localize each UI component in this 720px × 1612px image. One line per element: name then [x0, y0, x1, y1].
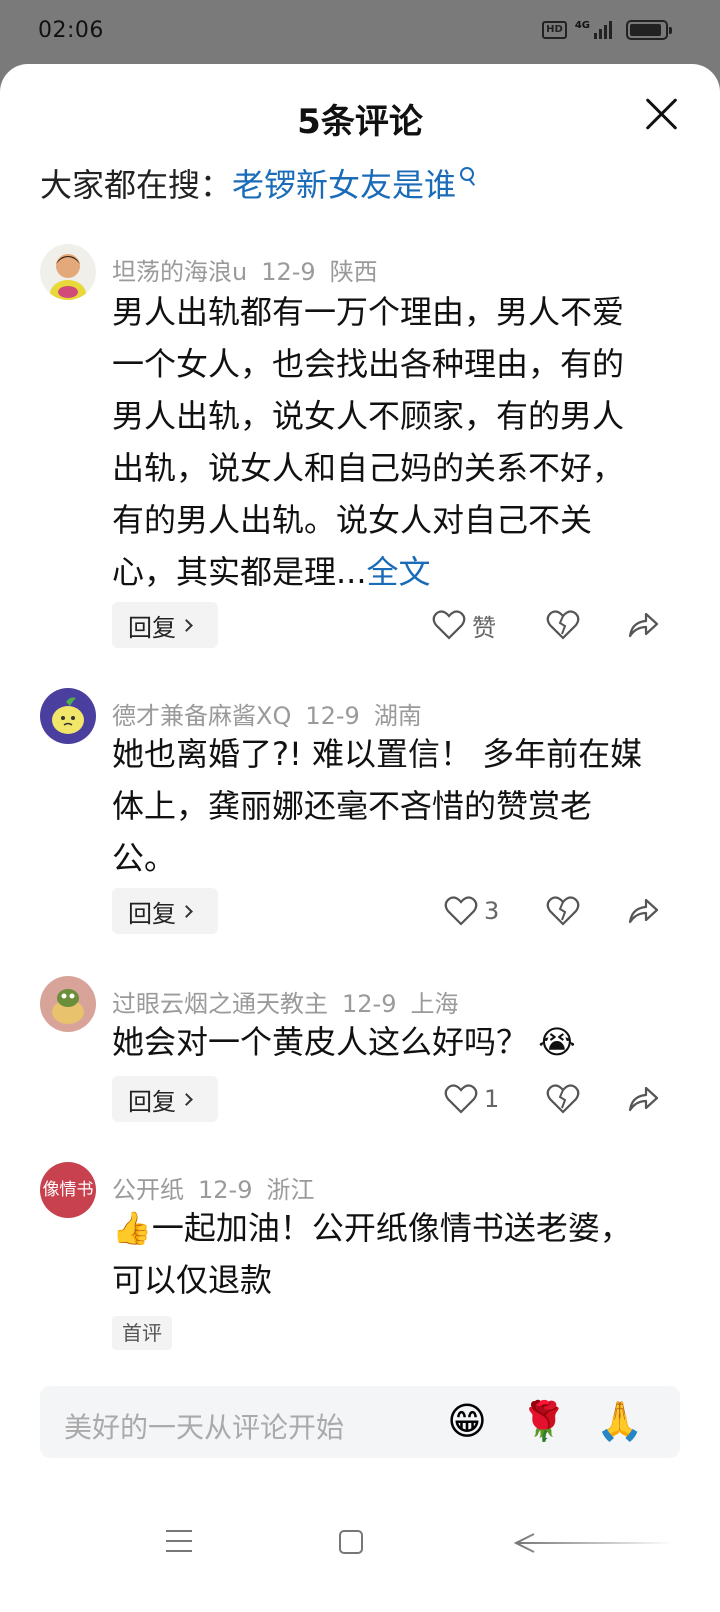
like-button[interactable]: 赞 [432, 602, 496, 648]
share-icon [628, 612, 659, 638]
comment-location: 浙江 [266, 1176, 315, 1204]
comment-input-placeholder: 美好的一天从评论开始 [64, 1411, 345, 1444]
close-icon[interactable] [644, 96, 680, 132]
like-button[interactable]: 1 [444, 1076, 499, 1122]
navigation-bar [0, 1496, 720, 1576]
grinning-emoji-button[interactable]: 😁 [444, 1398, 490, 1444]
sheet-title: 5条评论 [297, 102, 423, 142]
comment-body: 一起加油！公开纸像情书送老婆，可以仅退款 [112, 1209, 632, 1299]
comment-item: 德才兼备麻酱XQ 12-9 湖南 她也离婚了?! 难以置信！ 多年前在媒体上，龚丽娜… [0, 684, 720, 944]
status-bar: 02:06 HD 4G [0, 0, 720, 64]
comment-username[interactable]: 德才兼备麻酱XQ [112, 702, 291, 730]
read-more-link[interactable]: 全文 [367, 553, 431, 591]
share-button[interactable] [626, 888, 660, 934]
home-icon[interactable] [339, 1530, 363, 1554]
comment-actions: 1 [0, 1076, 720, 1122]
avatar[interactable] [40, 688, 96, 744]
comment-meta: 德才兼备麻酱XQ 12-9 湖南 [112, 696, 436, 731]
like-label: 赞 [472, 613, 496, 642]
crying-laughing-emoji: 😭 [538, 1023, 576, 1061]
comment-meta: 坦荡的海浪u 12-9 陕西 [112, 252, 392, 287]
comment-text: 👍一起加油！公开纸像情书送老婆，可以仅退款 [112, 1202, 652, 1306]
share-icon [628, 1086, 659, 1112]
share-icon [628, 898, 659, 924]
signal-icon [594, 21, 612, 39]
dislike-button[interactable] [546, 1076, 580, 1122]
comment-meta: 过眼云烟之通天教主 12-9 上海 [112, 984, 472, 1019]
rose-emoji-button[interactable]: 🌹 [520, 1398, 567, 1444]
comment-username[interactable]: 公开纸 [112, 1176, 184, 1204]
comment-location: 湖南 [373, 702, 422, 730]
broken-heart-icon [546, 1084, 580, 1114]
thumbs-up-emoji: 👍 [112, 1209, 152, 1247]
hd-icon: HD [542, 21, 567, 39]
avatar-text: 像情书 [42, 1180, 94, 1200]
avatar[interactable]: 像情书 [40, 1162, 96, 1218]
comment-location: 陕西 [329, 258, 378, 286]
dislike-button[interactable] [546, 602, 580, 648]
comment-body: 男人出轨都有一万个理由，男人不爱一个女人，也会找出各种理由，有的男人出轨，说女人… [112, 293, 625, 591]
comment-location: 上海 [410, 990, 459, 1018]
heart-icon [432, 610, 466, 640]
broken-heart-icon [546, 610, 580, 640]
broken-heart-icon [546, 896, 580, 926]
comment-date: 12-9 [198, 1176, 253, 1204]
comment-body: 她会对一个黄皮人这么好吗？ [112, 1023, 529, 1061]
comment-date: 12-9 [305, 702, 360, 730]
comment-meta: 公开纸 12-9 浙江 [112, 1170, 328, 1205]
like-count: 1 [484, 1085, 500, 1113]
dislike-button[interactable] [546, 888, 580, 934]
comment-actions: 赞 [0, 602, 720, 648]
pray-emoji-button[interactable]: 🙏 [596, 1398, 643, 1444]
comment-item: 过眼云烟之通天教主 12-9 上海 她会对一个黄皮人这么好吗？ 😭 回复 1 [0, 972, 720, 1132]
sheet-header: 5条评论 [0, 64, 720, 164]
like-button[interactable]: 3 [444, 888, 499, 934]
avatar[interactable] [40, 244, 96, 300]
menu-icon[interactable] [166, 1530, 192, 1552]
comment-item: 像情书 公开纸 12-9 浙江 👍一起加油！公开纸像情书送老婆，可以仅退款 首评 [0, 1158, 720, 1358]
search-suggestion-link[interactable]: 老锣新女友是谁 [232, 160, 456, 206]
first-comment-badge: 首评 [112, 1316, 172, 1350]
network-label: 4G [574, 20, 590, 31]
comment-item: 坦荡的海浪u 12-9 陕西 男人出轨都有一万个理由，男人不爱一个女人，也会找出各种… [0, 240, 720, 660]
comment-username[interactable]: 过眼云烟之通天教主 [112, 990, 328, 1018]
avatar[interactable] [40, 976, 96, 1032]
like-count: 3 [484, 897, 500, 925]
search-suggestion: 大家都在搜： 老锣新女友是谁 [40, 160, 475, 206]
back-icon[interactable] [514, 1532, 674, 1554]
status-icons: HD 4G [542, 20, 672, 40]
share-button[interactable] [626, 1076, 660, 1122]
share-button[interactable] [626, 602, 660, 648]
comment-username[interactable]: 坦荡的海浪u [112, 258, 247, 286]
comment-date: 12-9 [342, 990, 397, 1018]
heart-icon [444, 896, 478, 926]
search-suggestion-prefix: 大家都在搜： [40, 166, 233, 204]
comment-text: 她也离婚了?! 难以置信！ 多年前在媒体上，龚丽娜还毫不吝惜的赞赏老公。 [112, 735, 643, 877]
comment-date: 12-9 [261, 258, 316, 286]
battery-icon [626, 20, 672, 40]
search-icon[interactable] [460, 167, 475, 181]
comment-input[interactable]: 美好的一天从评论开始 😁 🌹 🙏 [40, 1386, 680, 1458]
comment-text: 男人出轨都有一万个理由，男人不爱一个女人，也会找出各种理由，有的男人出轨，说女人… [112, 286, 652, 598]
heart-icon [444, 1084, 478, 1114]
comments-sheet: 5条评论 大家都在搜： 老锣新女友是谁 坦荡的海浪u 12-9 陕西 男人出轨都有一… [0, 64, 720, 1612]
comment-actions: 3 [0, 888, 720, 934]
status-time: 02:06 [38, 18, 104, 43]
comment-text: 她会对一个黄皮人这么好吗？ 😭 [112, 1016, 652, 1068]
